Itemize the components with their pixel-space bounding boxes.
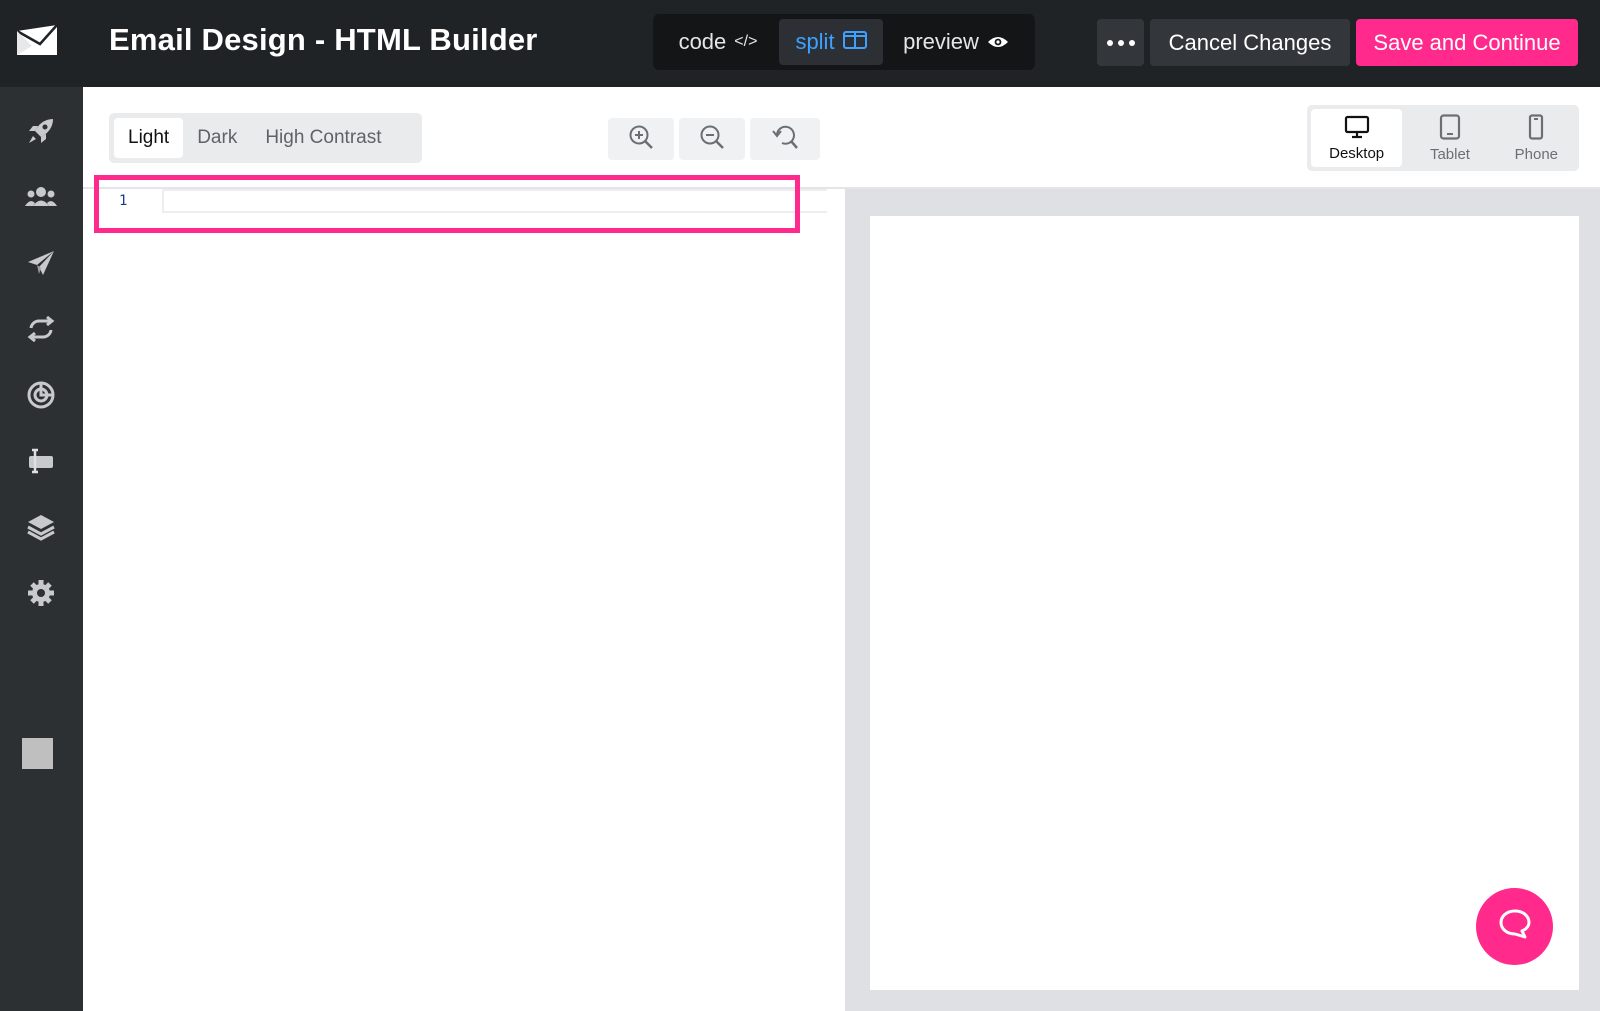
tablet-preview-button[interactable]: Tablet: [1408, 109, 1491, 167]
code-editor[interactable]: 1: [83, 189, 845, 1011]
zoom-out-button[interactable]: [679, 118, 745, 160]
phone-label: Phone: [1514, 145, 1558, 163]
text-tool-icon[interactable]: [20, 440, 62, 482]
left-sidebar: [0, 87, 83, 1011]
reports-icon[interactable]: [20, 374, 62, 416]
zoom-out-icon: [699, 124, 725, 155]
code-mode-button[interactable]: code </>: [657, 19, 779, 65]
highlight-box: [94, 175, 800, 233]
more-options-button[interactable]: [1097, 19, 1144, 66]
contacts-icon[interactable]: [20, 176, 62, 218]
email-preview-canvas: [870, 216, 1579, 990]
paper-plane-icon[interactable]: [20, 242, 62, 284]
desktop-label: Desktop: [1329, 144, 1385, 162]
zoom-in-icon: [628, 124, 654, 155]
view-mode-switcher: code </> split preview: [653, 14, 1035, 70]
theme-switcher: Light Dark High Contrast: [109, 113, 422, 163]
code-icon: </>: [734, 33, 758, 50]
app-logo-icon[interactable]: [14, 22, 60, 58]
split-mode-label: split: [795, 29, 835, 54]
save-and-continue-button[interactable]: Save and Continue: [1356, 19, 1578, 66]
phone-preview-button[interactable]: Phone: [1498, 109, 1575, 167]
gear-icon[interactable]: [20, 572, 62, 614]
editor-toolbar: Light Dark High Contrast Desktop Tablet: [83, 87, 1600, 189]
desktop-preview-button[interactable]: Desktop: [1311, 109, 1403, 167]
top-bar: Email Design - HTML Builder code </> spl…: [0, 0, 1600, 87]
split-mode-button[interactable]: split: [779, 19, 883, 65]
account-square-icon[interactable]: [22, 738, 53, 769]
eye-icon: [987, 29, 1009, 55]
more-options-icon: [1106, 39, 1135, 46]
preview-pane: [845, 189, 1600, 1011]
code-mode-label: code: [678, 29, 727, 54]
preview-mode-button[interactable]: preview: [883, 19, 1029, 65]
device-switcher: Desktop Tablet Phone: [1307, 105, 1579, 171]
reset-zoom-button[interactable]: [750, 118, 820, 160]
theme-dark-button[interactable]: Dark: [183, 118, 251, 158]
reset-zoom-icon: [771, 124, 799, 155]
preview-mode-label: preview: [903, 29, 979, 54]
theme-light-button[interactable]: Light: [114, 118, 184, 158]
chat-support-button[interactable]: [1476, 888, 1553, 965]
chat-bubble-icon: [1498, 908, 1532, 945]
page-title: Email Design - HTML Builder: [109, 22, 538, 57]
rocket-icon[interactable]: [20, 110, 62, 152]
tablet-icon: [1439, 113, 1461, 144]
cancel-changes-button[interactable]: Cancel Changes: [1150, 19, 1350, 66]
desktop-icon: [1344, 115, 1370, 143]
tablet-label: Tablet: [1429, 145, 1470, 163]
phone-icon: [1527, 113, 1545, 144]
automation-loop-icon[interactable]: [20, 308, 62, 350]
theme-high-contrast-button[interactable]: High Contrast: [251, 118, 395, 158]
layers-icon[interactable]: [20, 506, 62, 548]
split-view-icon: [842, 29, 867, 55]
zoom-in-button[interactable]: [608, 118, 674, 160]
